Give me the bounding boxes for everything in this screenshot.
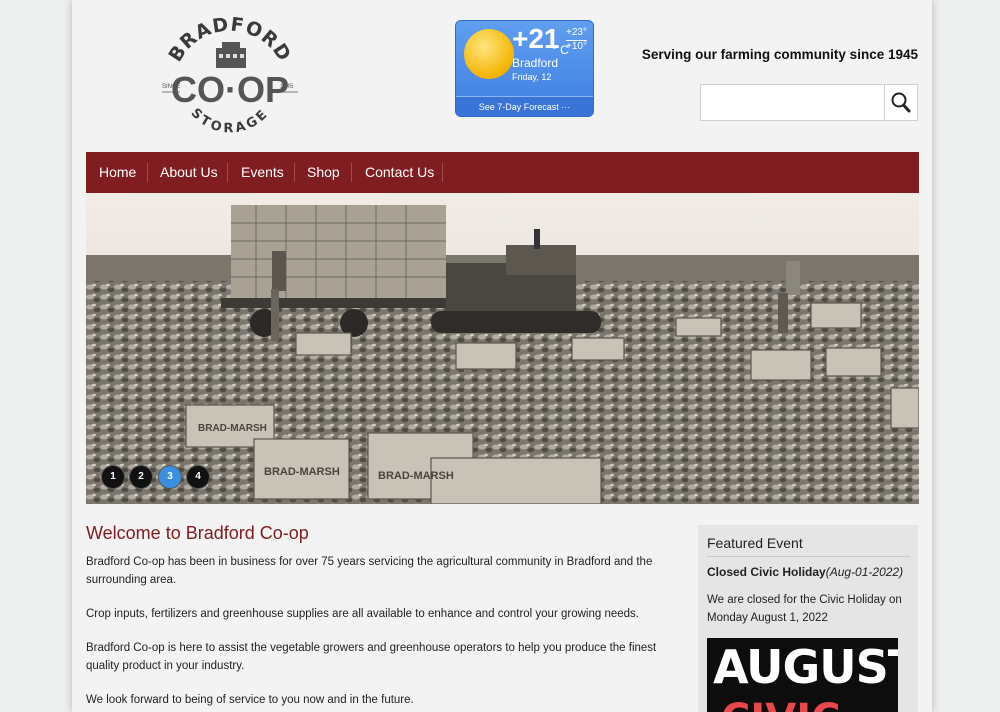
event-date: (Aug-01-2022) (825, 565, 904, 579)
event-poster-image[interactable]: AUGUST CIVIC (707, 638, 898, 712)
poster-text-2: CIVIC (721, 696, 840, 712)
event-description: We are closed for the Civic Holiday on M… (707, 594, 902, 624)
svg-text:STORAGE: STORAGE (188, 106, 273, 137)
slider-dot-3[interactable]: 3 (159, 466, 181, 488)
intro-paragraph: Bradford Co-op has been in business for … (86, 556, 653, 586)
bradford-coop-logo[interactable]: BRADFORD CO·OP SINCE 1945 STORAGE (158, 14, 302, 144)
search-input[interactable] (703, 87, 885, 119)
poster-text: AUGUST (713, 640, 898, 694)
logo-year: 1945 (280, 84, 294, 90)
forecast-link[interactable]: See 7-Day Forecast ··· (456, 96, 593, 116)
crate-label-text: BRAD-MARSH (198, 423, 267, 434)
nav-divider (227, 163, 228, 182)
search-icon (891, 92, 911, 113)
nav-contact-us[interactable]: Contact Us (365, 152, 434, 193)
search-box (700, 84, 918, 121)
slider-dot-2[interactable]: 2 (130, 466, 152, 488)
crate-label-text: BRAD-MARSH (378, 470, 454, 482)
main-navigation: Home About Us Events Shop Contact Us (86, 152, 919, 193)
intro-paragraph: We look forward to being of service to y… (86, 694, 414, 706)
site-tagline: Serving our farming community since 1945 (641, 47, 918, 62)
intro-paragraph: Crop inputs, fertilizers and greenhouse … (86, 608, 639, 620)
featured-heading: Featured Event (707, 535, 803, 551)
nav-divider (442, 163, 443, 182)
logo-bottom-text: STORAGE (188, 106, 270, 137)
nav-events[interactable]: Events (241, 152, 284, 193)
hero-slide-image: BRAD-MARSH BRAD-MARSH BRAD-MARSH (86, 193, 919, 504)
nav-shop[interactable]: Shop (307, 152, 340, 193)
nav-home[interactable]: Home (99, 152, 136, 193)
slider-dot-1[interactable]: 1 (102, 466, 124, 488)
featured-divider (707, 556, 910, 557)
nav-divider (351, 163, 352, 182)
featured-event-panel: Featured Event Closed Civic Holiday(Aug-… (698, 525, 918, 712)
logo-since-label: SINCE (162, 84, 180, 90)
intro-paragraph: Bradford Co-op is here to assist the veg… (86, 642, 657, 672)
event-title[interactable]: Closed Civic Holiday (707, 565, 826, 579)
weather-high: +23° (566, 27, 587, 38)
weather-widget[interactable]: +21 ° C +23° +10° Bradford Friday, 12 Se… (455, 20, 594, 117)
featured-event-link[interactable]: Closed Civic Holiday(Aug-01-2022) (707, 565, 903, 579)
logo-main-text: CO·OP (171, 69, 289, 110)
nav-about-us[interactable]: About Us (160, 152, 218, 193)
sun-icon (464, 29, 514, 79)
page-title: Welcome to Bradford Co-op (86, 523, 309, 543)
search-button[interactable] (884, 85, 917, 120)
nav-divider (294, 163, 295, 182)
weather-low: +10° (566, 40, 587, 52)
weather-date: Friday, 12 (512, 72, 552, 82)
nav-divider (147, 163, 148, 182)
slider-dot-4[interactable]: 4 (187, 466, 209, 488)
weather-city: Bradford (512, 56, 559, 70)
crate-label-text: BRAD-MARSH (264, 466, 340, 478)
